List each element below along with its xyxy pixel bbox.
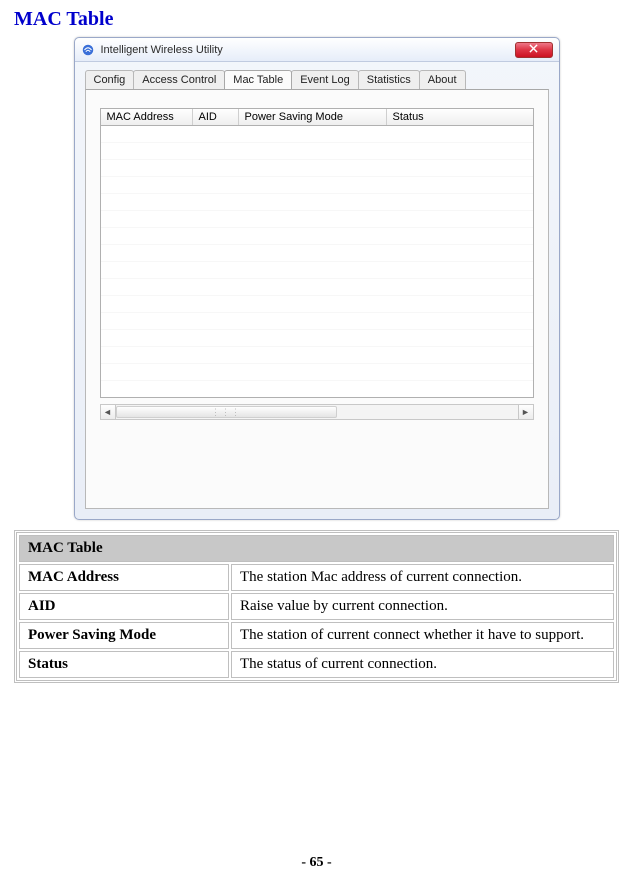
scroll-left-icon[interactable]: ◄ — [100, 404, 116, 420]
tab-about[interactable]: About — [419, 70, 466, 89]
scroll-track[interactable]: ⋮⋮⋮ — [116, 404, 518, 420]
def-aid: Raise value by current connection. — [231, 593, 614, 620]
table-row: MAC Address The station Mac address of c… — [19, 564, 614, 591]
tab-panel: MAC Address AID Power Saving Mode Status… — [85, 89, 549, 509]
close-icon — [529, 44, 538, 56]
term-mac-address: MAC Address — [19, 564, 229, 591]
section-header: MAC Table — [19, 535, 614, 562]
titlebar: Intelligent Wireless Utility — [75, 38, 559, 62]
tab-strip: Config Access Control Mac Table Event Lo… — [75, 62, 559, 89]
app-title: Intelligent Wireless Utility — [101, 44, 515, 56]
table-row: Power Saving Mode The station of current… — [19, 622, 614, 649]
tab-mac-table[interactable]: Mac Table — [224, 70, 292, 89]
app-window: Intelligent Wireless Utility Config Acce… — [74, 37, 560, 520]
tab-event-log[interactable]: Event Log — [291, 70, 359, 89]
description-table-container: MAC Table MAC Address The station Mac ad… — [0, 520, 633, 683]
column-header-psm[interactable]: Power Saving Mode — [239, 109, 387, 125]
page-title: MAC Table — [0, 0, 633, 37]
column-header-aid[interactable]: AID — [193, 109, 239, 125]
def-status: The status of current connection. — [231, 651, 614, 678]
description-table: MAC Table MAC Address The station Mac ad… — [14, 530, 619, 683]
close-button[interactable] — [515, 42, 553, 58]
scroll-right-icon[interactable]: ► — [518, 404, 534, 420]
app-icon — [81, 43, 95, 57]
column-header-status[interactable]: Status — [387, 109, 533, 125]
page-number: - 65 - — [0, 855, 633, 871]
def-psm: The station of current connect whether i… — [231, 622, 614, 649]
scroll-thumb[interactable]: ⋮⋮⋮ — [116, 406, 337, 418]
list-body[interactable] — [100, 126, 534, 398]
list-header: MAC Address AID Power Saving Mode Status — [100, 108, 534, 126]
column-header-mac[interactable]: MAC Address — [101, 109, 193, 125]
term-status: Status — [19, 651, 229, 678]
screenshot-container: Intelligent Wireless Utility Config Acce… — [0, 37, 633, 520]
table-row: AID Raise value by current connection. — [19, 593, 614, 620]
tab-access-control[interactable]: Access Control — [133, 70, 225, 89]
tab-statistics[interactable]: Statistics — [358, 70, 420, 89]
horizontal-scrollbar[interactable]: ◄ ⋮⋮⋮ ► — [100, 404, 534, 420]
term-aid: AID — [19, 593, 229, 620]
table-row: Status The status of current connection. — [19, 651, 614, 678]
def-mac-address: The station Mac address of current conne… — [231, 564, 614, 591]
tab-config[interactable]: Config — [85, 70, 135, 89]
term-psm: Power Saving Mode — [19, 622, 229, 649]
